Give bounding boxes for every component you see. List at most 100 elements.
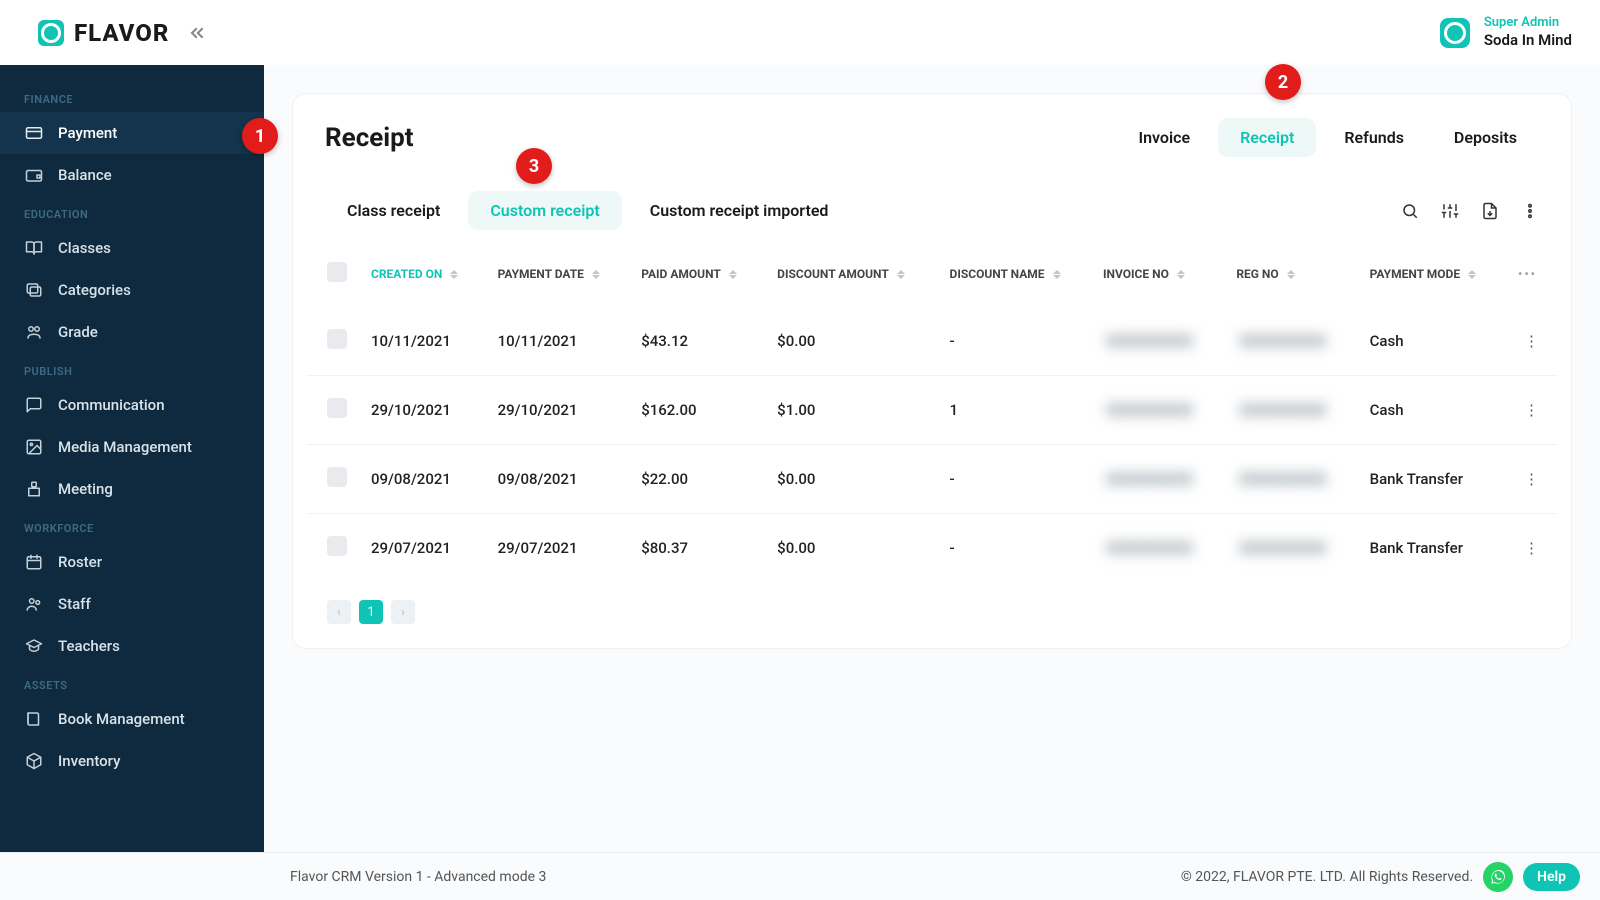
cell-discount_amount: $1.00 xyxy=(765,376,937,445)
cell-payment_date: 10/11/2021 xyxy=(486,307,630,376)
row-actions-button[interactable]: ⋮ xyxy=(1518,466,1545,492)
col-discount_amount[interactable]: DISCOUNT AMOUNT xyxy=(765,240,937,307)
select-all-checkbox[interactable] xyxy=(327,262,347,282)
col-discount_name[interactable]: DISCOUNT NAME xyxy=(938,240,1092,307)
sidebar-collapse-button[interactable] xyxy=(187,23,207,43)
filter-settings-button[interactable] xyxy=(1441,202,1459,220)
brand-logo[interactable]: FLAVOR xyxy=(38,19,169,47)
sidebar-item-categories[interactable]: Categories xyxy=(0,269,264,311)
main-content: Receipt InvoiceReceiptRefundsDeposits Cl… xyxy=(264,65,1600,852)
topbar: FLAVOR Super Admin Soda In Mind xyxy=(0,0,1600,65)
sidebar-item-teachers[interactable]: Teachers xyxy=(0,625,264,667)
sidebar-item-balance[interactable]: Balance xyxy=(0,154,264,196)
user-name: Soda In Mind xyxy=(1484,31,1572,50)
row-actions-button[interactable]: ⋮ xyxy=(1518,535,1545,561)
table-toolbar xyxy=(1401,202,1539,220)
brand-mark-icon xyxy=(38,20,64,46)
sidebar-item-roster[interactable]: Roster xyxy=(0,541,264,583)
col-created_on[interactable]: CREATED ON xyxy=(359,240,486,307)
table-row: 29/07/202129/07/2021$80.37$0.00-00000000… xyxy=(307,514,1557,583)
cell-created_on: 10/11/2021 xyxy=(359,307,486,376)
sort-icon xyxy=(1053,270,1061,279)
calendar-icon xyxy=(24,553,44,571)
cell-payment_date: 09/08/2021 xyxy=(486,445,630,514)
users-icon xyxy=(24,595,44,613)
subtab-custom-receipt[interactable]: Custom receipt xyxy=(468,191,621,230)
pagination-prev[interactable]: ‹ xyxy=(327,600,351,624)
sidebar-heading: ASSETS xyxy=(0,667,264,698)
col-invoice_no[interactable]: INVOICE NO xyxy=(1091,240,1224,307)
layers-icon xyxy=(24,281,44,299)
row-checkbox[interactable] xyxy=(327,398,347,418)
col-label: DISCOUNT NAME xyxy=(950,267,1045,281)
cell-payment_date: 29/07/2021 xyxy=(486,514,630,583)
search-button[interactable] xyxy=(1401,202,1419,220)
sort-icon xyxy=(897,270,905,279)
cell-discount_name: - xyxy=(938,514,1092,583)
cell-discount_amount: $0.00 xyxy=(765,445,937,514)
cell-paid_amount: $80.37 xyxy=(629,514,765,583)
col-label: INVOICE NO xyxy=(1103,267,1169,281)
sidebar-item-label: Communication xyxy=(58,396,165,414)
tab-refunds[interactable]: Refunds xyxy=(1322,118,1426,157)
book-open-icon xyxy=(24,239,44,257)
sidebar-heading: FINANCE xyxy=(0,81,264,112)
row-checkbox[interactable] xyxy=(327,536,347,556)
tab-deposits[interactable]: Deposits xyxy=(1432,118,1539,157)
cell-created_on: 09/08/2021 xyxy=(359,445,486,514)
sort-icon xyxy=(729,270,737,279)
sidebar-item-label: Teachers xyxy=(58,637,120,655)
user-menu[interactable]: Super Admin Soda In Mind xyxy=(1440,15,1572,50)
tab-invoice[interactable]: Invoice xyxy=(1116,118,1212,157)
col-payment_mode[interactable]: PAYMENT MODE xyxy=(1358,240,1506,307)
sidebar-item-label: Staff xyxy=(58,595,91,613)
cell-payment_mode: Bank Transfer xyxy=(1358,514,1506,583)
row-actions-button[interactable]: ⋮ xyxy=(1518,397,1545,423)
col-paid_amount[interactable]: PAID AMOUNT xyxy=(629,240,765,307)
grade-icon xyxy=(24,323,44,341)
table-row: 09/08/202109/08/2021$22.00$0.00-00000000… xyxy=(307,445,1557,514)
pagination-page-1[interactable]: 1 xyxy=(359,600,383,624)
receipts-table: CREATED ONPAYMENT DATEPAID AMOUNTDISCOUN… xyxy=(307,240,1557,582)
cell-paid_amount: $43.12 xyxy=(629,307,765,376)
sort-icon xyxy=(1287,270,1295,279)
subtab-class-receipt[interactable]: Class receipt xyxy=(325,191,462,230)
cell-invoice_no: 0000000000 xyxy=(1091,307,1224,376)
sidebar-item-grade[interactable]: Grade xyxy=(0,311,264,353)
callout-2: 2 xyxy=(1265,64,1301,100)
sidebar-item-classes[interactable]: Classes xyxy=(0,227,264,269)
row-checkbox[interactable] xyxy=(327,329,347,349)
cell-discount_name: - xyxy=(938,307,1092,376)
sidebar-item-book-mgmt[interactable]: Book Management xyxy=(0,698,264,740)
footer: Flavor CRM Version 1 - Advanced mode 3 ©… xyxy=(0,852,1600,900)
help-button[interactable]: Help xyxy=(1523,863,1580,891)
tab-receipt[interactable]: Receipt xyxy=(1218,118,1316,157)
sidebar-item-meeting[interactable]: Meeting xyxy=(0,468,264,510)
sidebar-item-staff[interactable]: Staff xyxy=(0,583,264,625)
cell-paid_amount: $22.00 xyxy=(629,445,765,514)
col-label: PAYMENT MODE xyxy=(1370,267,1460,281)
cell-invoice_no: 0000000000 xyxy=(1091,514,1224,583)
sidebar-item-payment[interactable]: Payment xyxy=(0,112,264,154)
row-checkbox[interactable] xyxy=(327,467,347,487)
cell-invoice_no: 0000000000 xyxy=(1091,445,1224,514)
col-reg_no[interactable]: REG NO xyxy=(1224,240,1357,307)
subtab-custom-receipt-imported[interactable]: Custom receipt imported xyxy=(628,191,851,230)
col-label: PAYMENT DATE xyxy=(498,267,584,281)
sidebar-item-label: Classes xyxy=(58,239,111,257)
more-button[interactable] xyxy=(1521,202,1539,220)
sidebar-item-label: Grade xyxy=(58,323,98,341)
footer-version: Flavor CRM Version 1 - Advanced mode 3 xyxy=(290,869,546,885)
sidebar-item-communication[interactable]: Communication xyxy=(0,384,264,426)
sidebar-item-label: Categories xyxy=(58,281,131,299)
overflow-columns-icon[interactable]: ••• xyxy=(1518,267,1537,281)
sidebar-heading: PUBLISH xyxy=(0,353,264,384)
export-button[interactable] xyxy=(1481,202,1499,220)
row-actions-button[interactable]: ⋮ xyxy=(1518,328,1545,354)
whatsapp-button[interactable] xyxy=(1483,862,1513,892)
sidebar-item-inventory[interactable]: Inventory xyxy=(0,740,264,782)
sidebar-item-label: Meeting xyxy=(58,480,113,498)
sidebar-item-media[interactable]: Media Management xyxy=(0,426,264,468)
pagination-next[interactable]: › xyxy=(391,600,415,624)
col-payment_date[interactable]: PAYMENT DATE xyxy=(486,240,630,307)
